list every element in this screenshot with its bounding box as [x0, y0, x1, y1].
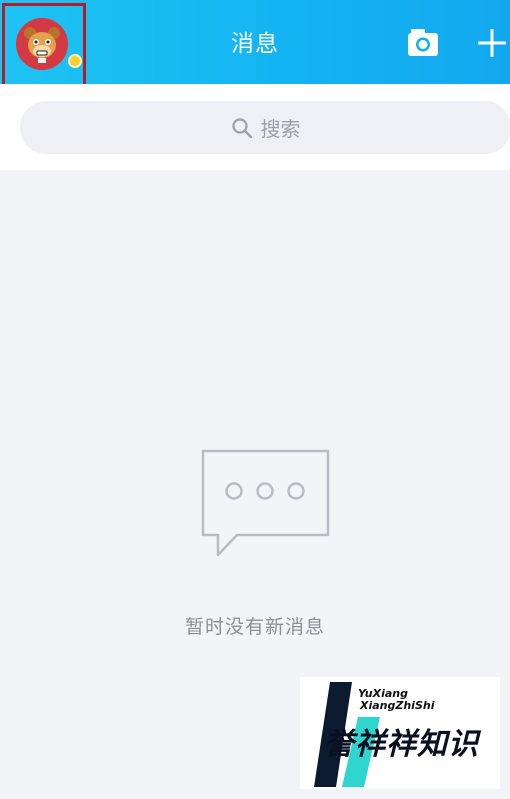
empty-state	[200, 448, 332, 560]
add-button[interactable]	[474, 25, 510, 61]
watermark-text-line2: XiangZhiShi	[360, 699, 435, 712]
search-placeholder: 搜索	[260, 117, 301, 141]
watermark-cn-text: 誉祥祥知识	[324, 727, 479, 762]
camera-icon	[408, 29, 438, 56]
plus-icon	[478, 29, 506, 57]
search-icon	[231, 117, 252, 138]
empty-state-message: 暂时没有新消息	[184, 616, 325, 638]
search-input[interactable]: 搜索	[20, 101, 510, 154]
chat-bubble-icon	[201, 449, 330, 557]
camera-button[interactable]	[405, 26, 441, 62]
watermark-logo: YuXiang XiangZhiShi 誉祥祥知识	[300, 677, 500, 789]
